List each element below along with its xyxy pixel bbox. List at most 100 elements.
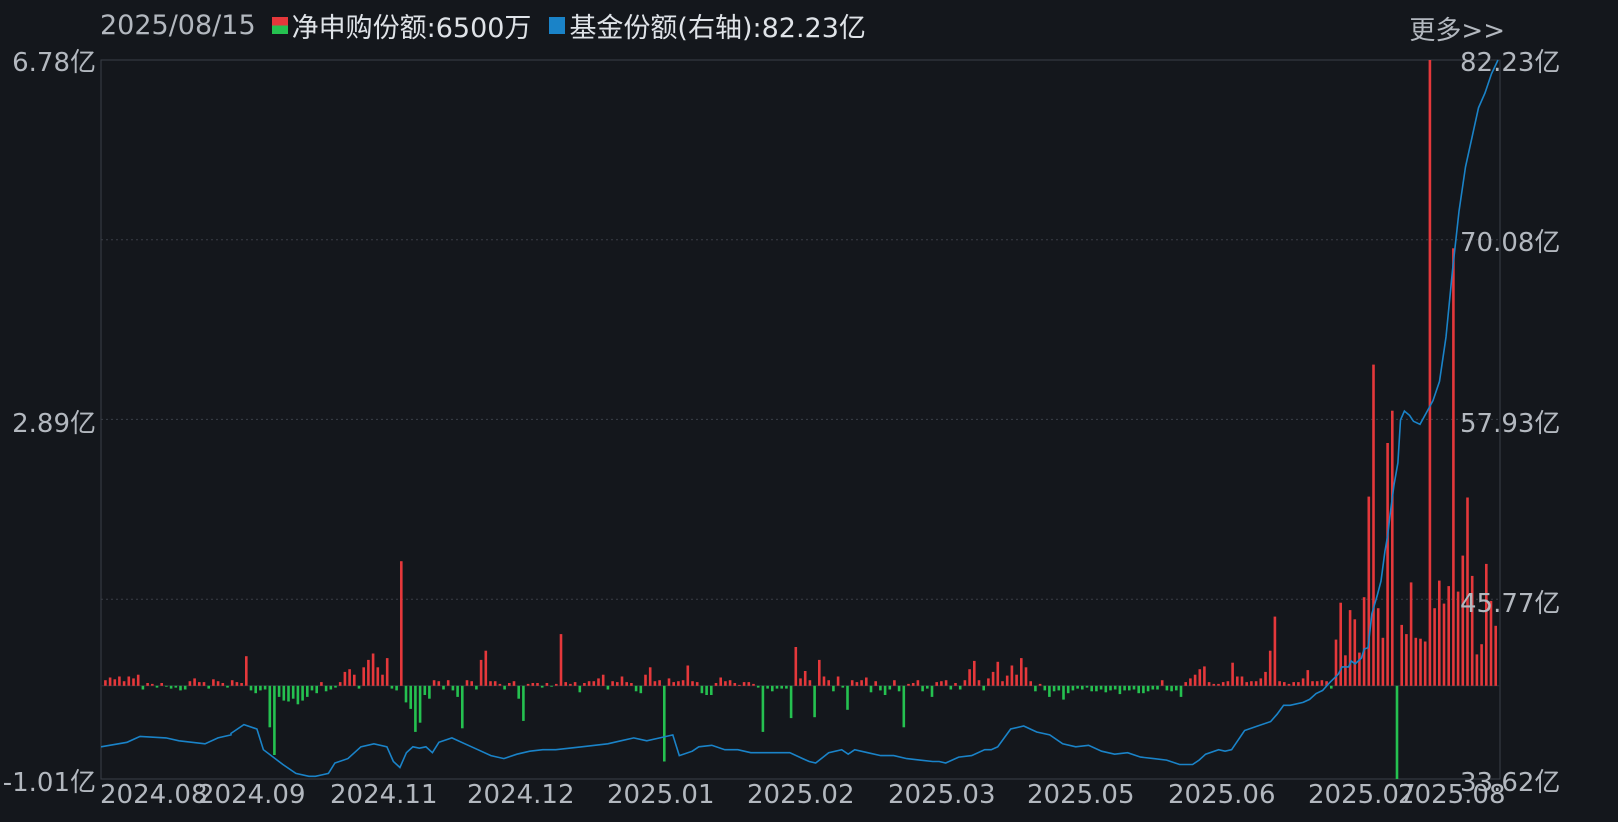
bar-negative [813, 685, 816, 718]
bar-positive [1315, 681, 1319, 686]
bar-positive [432, 680, 436, 686]
fund-share-legend: 基金份额(右轴):82.23亿 [569, 13, 866, 44]
bar-negative [1104, 685, 1108, 693]
bar-positive [1419, 638, 1422, 686]
bar-negative [334, 685, 337, 688]
bar-positive [367, 659, 370, 686]
bar-positive [592, 681, 596, 686]
bar-negative [1146, 685, 1150, 692]
bar-positive [836, 676, 840, 686]
bar-negative [949, 685, 953, 690]
bar-positive [1381, 637, 1385, 686]
bar-negative [756, 685, 760, 688]
bar-negative [1052, 685, 1056, 692]
bar-positive [1287, 683, 1291, 686]
bar-positive [376, 667, 380, 686]
bar-positive [371, 653, 375, 686]
legend: 2025/08/15 净申购份额:6500万 基金份额(右轴):82.23亿 [100, 6, 866, 45]
bar-negative [306, 685, 309, 697]
bar-positive [1038, 683, 1042, 686]
bar-negative [634, 685, 638, 692]
bar-positive [573, 682, 577, 686]
bar-positive [893, 680, 896, 686]
bar-positive [1494, 625, 1497, 686]
bar-positive [1438, 580, 1441, 686]
bar-negative [277, 685, 281, 697]
bar-positive [1212, 683, 1216, 686]
bar-positive [667, 678, 671, 686]
bar-negative [155, 685, 159, 688]
bar-positive [1236, 676, 1239, 686]
bar-positive [597, 678, 600, 686]
bar-positive [1001, 681, 1004, 686]
bar-positive [1254, 681, 1258, 686]
bar-positive [1334, 639, 1338, 686]
bar-negative [1170, 685, 1173, 692]
bar-positive [1348, 610, 1352, 686]
bar-positive [954, 683, 957, 686]
bar-negative [1048, 685, 1051, 697]
bar-positive [916, 680, 920, 686]
bar-positive [136, 674, 140, 686]
bar-positive [681, 680, 685, 686]
bar-negative [207, 685, 210, 689]
bar-positive [991, 671, 995, 686]
bar-positive [1362, 597, 1366, 686]
bar-positive [1283, 682, 1286, 686]
bar-negative [902, 685, 906, 728]
bar-positive [484, 650, 488, 686]
bar-positive [1240, 676, 1244, 686]
bar-positive [973, 660, 976, 686]
bar-positive [512, 681, 516, 686]
bar-negative [249, 685, 253, 691]
bar-negative [1165, 685, 1169, 691]
net-subscription-legend: 净申购份额:6500万 [291, 13, 532, 44]
bar-negative [141, 685, 145, 690]
bar-positive [1189, 678, 1192, 686]
bar-negative [409, 685, 412, 709]
bar-positive [1231, 662, 1234, 686]
bar-positive [146, 683, 149, 686]
bar-negative [268, 685, 272, 728]
bar-positive [1452, 248, 1455, 686]
bar-positive [1339, 602, 1342, 686]
bar-negative [846, 685, 849, 710]
bar-positive [221, 683, 225, 686]
bar-negative [517, 685, 520, 699]
bar-negative [663, 685, 666, 762]
bar-positive [348, 669, 351, 686]
bar-negative [1034, 685, 1037, 692]
bar-positive [803, 671, 807, 686]
x-tick-6: 2025.03 [888, 780, 996, 810]
bar-positive [127, 676, 131, 686]
bar-positive [489, 681, 492, 686]
bar-negative [259, 685, 262, 691]
bar-positive [1320, 680, 1324, 686]
bar-negative [832, 685, 835, 692]
bar-negative [1123, 685, 1126, 691]
bar-negative [1090, 685, 1093, 692]
bar-negative [1071, 685, 1075, 691]
bar-negative [578, 685, 582, 693]
bar-positive [1391, 410, 1394, 686]
right-tick-3: 45.77亿 [1460, 589, 1561, 619]
bar-negative [475, 685, 478, 690]
bar-positive [818, 659, 821, 686]
bar-negative [1066, 685, 1070, 694]
bar-positive [498, 683, 502, 686]
bar-positive [338, 682, 342, 686]
right-tick-2: 57.93亿 [1460, 409, 1561, 439]
bar-negative [1142, 685, 1145, 694]
bar-negative [785, 685, 788, 689]
bar-positive [1015, 674, 1018, 686]
bar-positive [940, 681, 943, 686]
bar-negative [780, 685, 783, 689]
bar-positive [1400, 624, 1403, 686]
bar-positive [235, 682, 239, 686]
date-label: 2025/08/15 [100, 10, 256, 41]
bar-positive [583, 683, 586, 686]
x-tick-5: 2025.02 [747, 780, 855, 810]
bar-positive [1193, 674, 1197, 686]
bar-positive [620, 676, 624, 686]
bar-negative [958, 685, 962, 690]
